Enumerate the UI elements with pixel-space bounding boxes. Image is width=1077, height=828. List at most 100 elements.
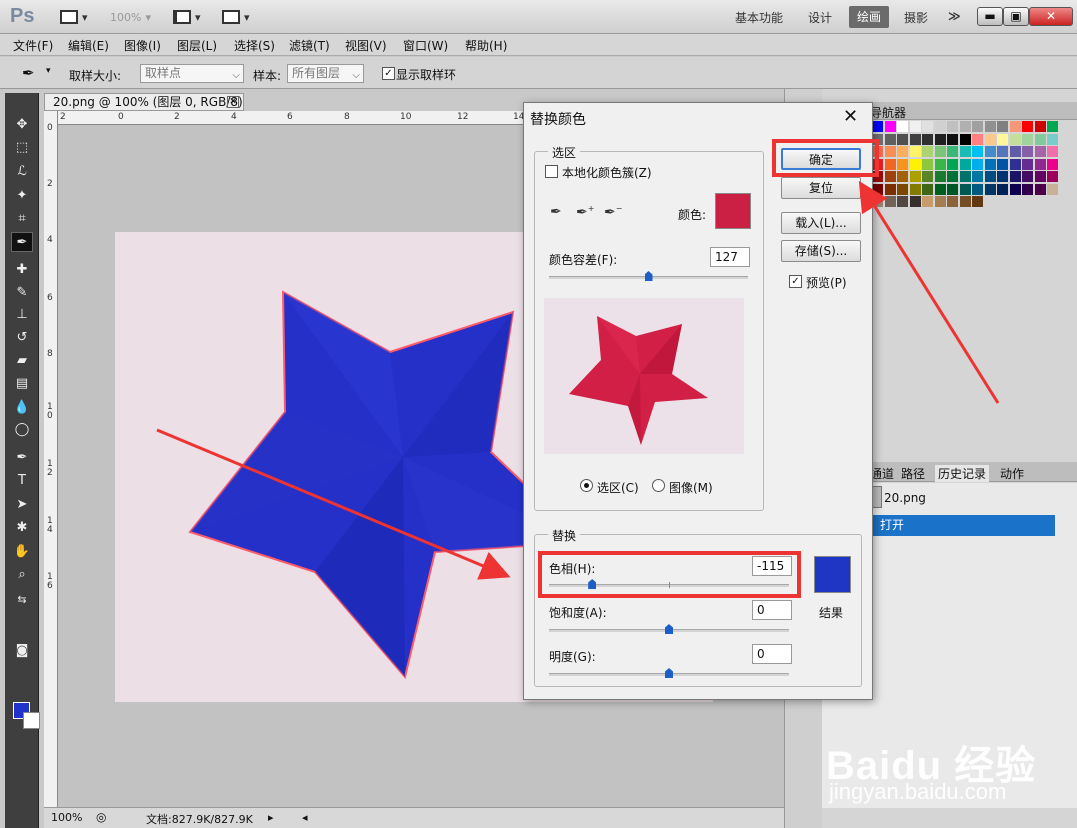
color-swatch[interactable]	[909, 133, 921, 145]
color-swatch[interactable]	[972, 183, 983, 195]
zoom-level-dropdown[interactable]: 100% ▾	[110, 8, 151, 26]
status-zoom[interactable]: 100%	[51, 811, 82, 824]
color-swatch[interactable]	[922, 133, 933, 145]
menu-image[interactable]: 图像(I)	[124, 37, 161, 54]
color-swatch[interactable]	[1009, 146, 1021, 157]
blur-tool[interactable]: 💧	[11, 398, 33, 418]
show-sampling-ring-checkbox[interactable]: ✓	[382, 67, 395, 80]
shape-tool[interactable]: ✱	[11, 518, 33, 538]
color-swatch[interactable]	[997, 121, 1008, 132]
color-swatch[interactable]	[922, 196, 933, 207]
save-button[interactable]: 存储(S)...	[781, 240, 861, 262]
color-swatch[interactable]	[1047, 146, 1058, 157]
more-workspaces-icon[interactable]: ≫	[948, 9, 961, 23]
color-swatch[interactable]	[984, 146, 996, 157]
color-swatch[interactable]	[884, 158, 896, 170]
color-swatch[interactable]	[947, 133, 958, 145]
pen-tool[interactable]: ✒	[11, 448, 33, 468]
color-swatch[interactable]	[997, 146, 1008, 157]
menu-file[interactable]: 文件(F)	[13, 37, 53, 54]
color-swatch[interactable]	[909, 171, 921, 182]
eyedropper-subtract-icon[interactable]: ✒−	[604, 204, 622, 221]
color-swatch[interactable]	[972, 146, 983, 157]
color-swatch[interactable]	[897, 171, 908, 182]
color-swatch[interactable]	[984, 133, 996, 145]
color-swatch[interactable]	[884, 133, 896, 145]
color-swatch[interactable]	[872, 121, 883, 132]
eyedropper-icon[interactable]: ✒	[550, 204, 562, 220]
color-swatch[interactable]	[897, 146, 908, 157]
color-swatch[interactable]	[934, 121, 946, 132]
bridge-button[interactable]: ▾	[60, 8, 88, 26]
close-window-button[interactable]: ✕	[1029, 7, 1073, 26]
color-swatch[interactable]	[1009, 158, 1021, 170]
color-swatch[interactable]	[1047, 133, 1058, 145]
marquee-tool[interactable]: ⬚	[11, 138, 33, 158]
type-tool[interactable]: T	[11, 471, 33, 491]
menu-edit[interactable]: 编辑(E)	[68, 37, 109, 54]
color-swatch[interactable]	[884, 171, 896, 182]
color-swatch[interactable]	[1022, 183, 1033, 195]
selected-color-swatch[interactable]	[715, 193, 751, 229]
color-swatch[interactable]	[1034, 183, 1046, 195]
color-swatch[interactable]	[1047, 171, 1058, 182]
color-swatch[interactable]	[897, 158, 908, 170]
color-swatch[interactable]	[922, 171, 933, 182]
color-swatch[interactable]	[997, 171, 1008, 182]
color-swatch[interactable]	[922, 121, 933, 132]
color-swatch[interactable]	[897, 121, 908, 132]
color-swatch[interactable]	[1034, 171, 1046, 182]
workspace-essentials[interactable]: 基本功能	[735, 9, 783, 26]
gradient-tool[interactable]: ▤	[11, 374, 33, 394]
color-swatch[interactable]	[959, 146, 971, 157]
color-swatch[interactable]	[1047, 121, 1058, 132]
minimize-button[interactable]: ▬	[977, 7, 1003, 26]
workspace-photography[interactable]: 摄影	[904, 9, 928, 26]
color-swatch[interactable]	[1022, 121, 1033, 132]
tab-actions[interactable]: 动作	[1000, 465, 1024, 482]
color-swatch[interactable]	[997, 183, 1008, 195]
history-snapshot-thumb[interactable]	[872, 486, 882, 508]
color-swatch[interactable]	[947, 183, 958, 195]
menu-view[interactable]: 视图(V)	[345, 37, 387, 54]
color-swatch[interactable]	[909, 158, 921, 170]
quick-mask-icon[interactable]: ◙	[11, 641, 33, 661]
workspace-painting[interactable]: 绘画	[849, 6, 889, 28]
healing-brush-tool[interactable]: ✚	[11, 260, 33, 280]
color-swatch[interactable]	[934, 158, 946, 170]
color-swatch[interactable]	[984, 121, 996, 132]
dodge-tool[interactable]: ◯	[11, 420, 33, 440]
status-info-icon[interactable]: ◎	[96, 810, 106, 824]
color-swatch[interactable]	[959, 171, 971, 182]
screen-mode-button[interactable]: ▾	[222, 8, 250, 26]
color-swatch[interactable]	[1009, 171, 1021, 182]
quick-selection-tool[interactable]: ✦	[11, 186, 33, 206]
color-swatch[interactable]	[972, 171, 983, 182]
dropdown-arrow-icon[interactable]: ▾	[46, 66, 51, 76]
color-swatch[interactable]	[1009, 121, 1021, 132]
menu-help[interactable]: 帮助(H)	[465, 37, 507, 54]
menu-select[interactable]: 选择(S)	[234, 37, 275, 54]
color-swatch[interactable]	[997, 158, 1008, 170]
color-swatch[interactable]	[972, 121, 983, 132]
color-swatch[interactable]	[984, 183, 996, 195]
workspace-design[interactable]: 设计	[808, 9, 832, 26]
color-swatch[interactable]	[1047, 158, 1058, 170]
color-swatch[interactable]	[1022, 171, 1033, 182]
preview-checkbox[interactable]: ✓	[789, 275, 802, 288]
tab-history[interactable]: 历史记录	[935, 465, 990, 482]
color-swatch[interactable]	[1009, 183, 1021, 195]
color-swatch[interactable]	[959, 121, 971, 132]
color-swatch[interactable]	[884, 183, 896, 195]
document-tab[interactable]: 20.png @ 100% (图层 0, RGB/8) ✕	[44, 93, 244, 111]
color-swatch[interactable]	[947, 146, 958, 157]
color-swatch[interactable]	[909, 196, 921, 207]
tab-paths[interactable]: 路径	[901, 465, 925, 482]
clone-stamp-tool[interactable]: ⊥	[11, 305, 33, 325]
color-swatch[interactable]	[1009, 133, 1021, 145]
color-swatch[interactable]	[1034, 158, 1046, 170]
color-swatch[interactable]	[884, 146, 896, 157]
color-swatch[interactable]	[909, 183, 921, 195]
color-swatch[interactable]	[872, 196, 883, 207]
tab-channels[interactable]: 通道	[870, 465, 894, 482]
